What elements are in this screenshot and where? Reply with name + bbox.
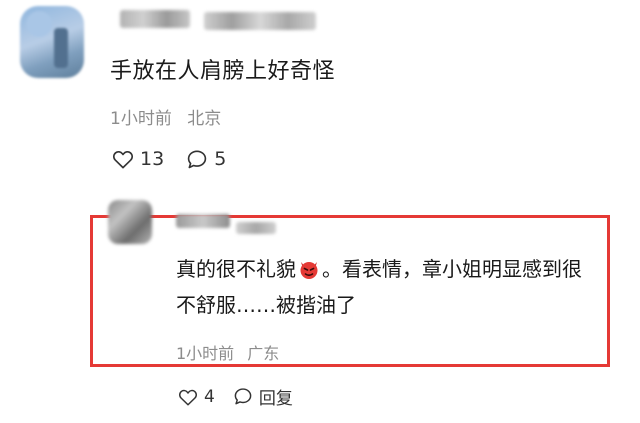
reply-count: 5 [214,148,227,170]
comment-text: 手放在人肩膀上好奇怪 [110,59,336,84]
comment-actions: 13 5 [112,148,226,170]
reply-username-blurred[interactable] [176,214,230,228]
reply-button[interactable]: 回复 [233,384,293,409]
reply-like-button[interactable]: 4 [178,387,215,407]
username-blurred-extra [204,12,316,30]
reply-location: 广东 [247,344,280,363]
avatar[interactable] [20,6,84,78]
reply-text: 真的很不礼貌 。看表情，章小姐明显感到很不舒服……被揩油了 [176,251,596,323]
speech-bubble-icon [186,149,208,170]
like-button[interactable]: 13 [112,148,164,170]
reply-actions: 4 回复 [178,384,293,409]
reply-time: 1小时前 [176,344,235,363]
heart-icon [178,388,198,406]
reply-username-blurred-extra [236,222,276,234]
comment-location: 北京 [187,109,222,129]
comment-meta: 1小时前 北京 [110,104,221,129]
angry-devil-face-icon [298,255,320,279]
username-blurred[interactable] [120,10,190,28]
heart-icon [112,149,134,169]
comment-time: 1小时前 [110,109,172,129]
speech-bubble-icon [233,387,253,406]
reply-avatar[interactable] [108,200,152,244]
reply-button-label: 回复 [258,389,293,409]
reply-like-count: 4 [204,386,215,407]
reply-count-button[interactable]: 5 [186,148,226,170]
like-count: 13 [140,148,165,170]
reply-text-part1: 真的很不礼貌 [176,257,296,281]
reply-meta: 1小时前 广东 [176,340,279,364]
